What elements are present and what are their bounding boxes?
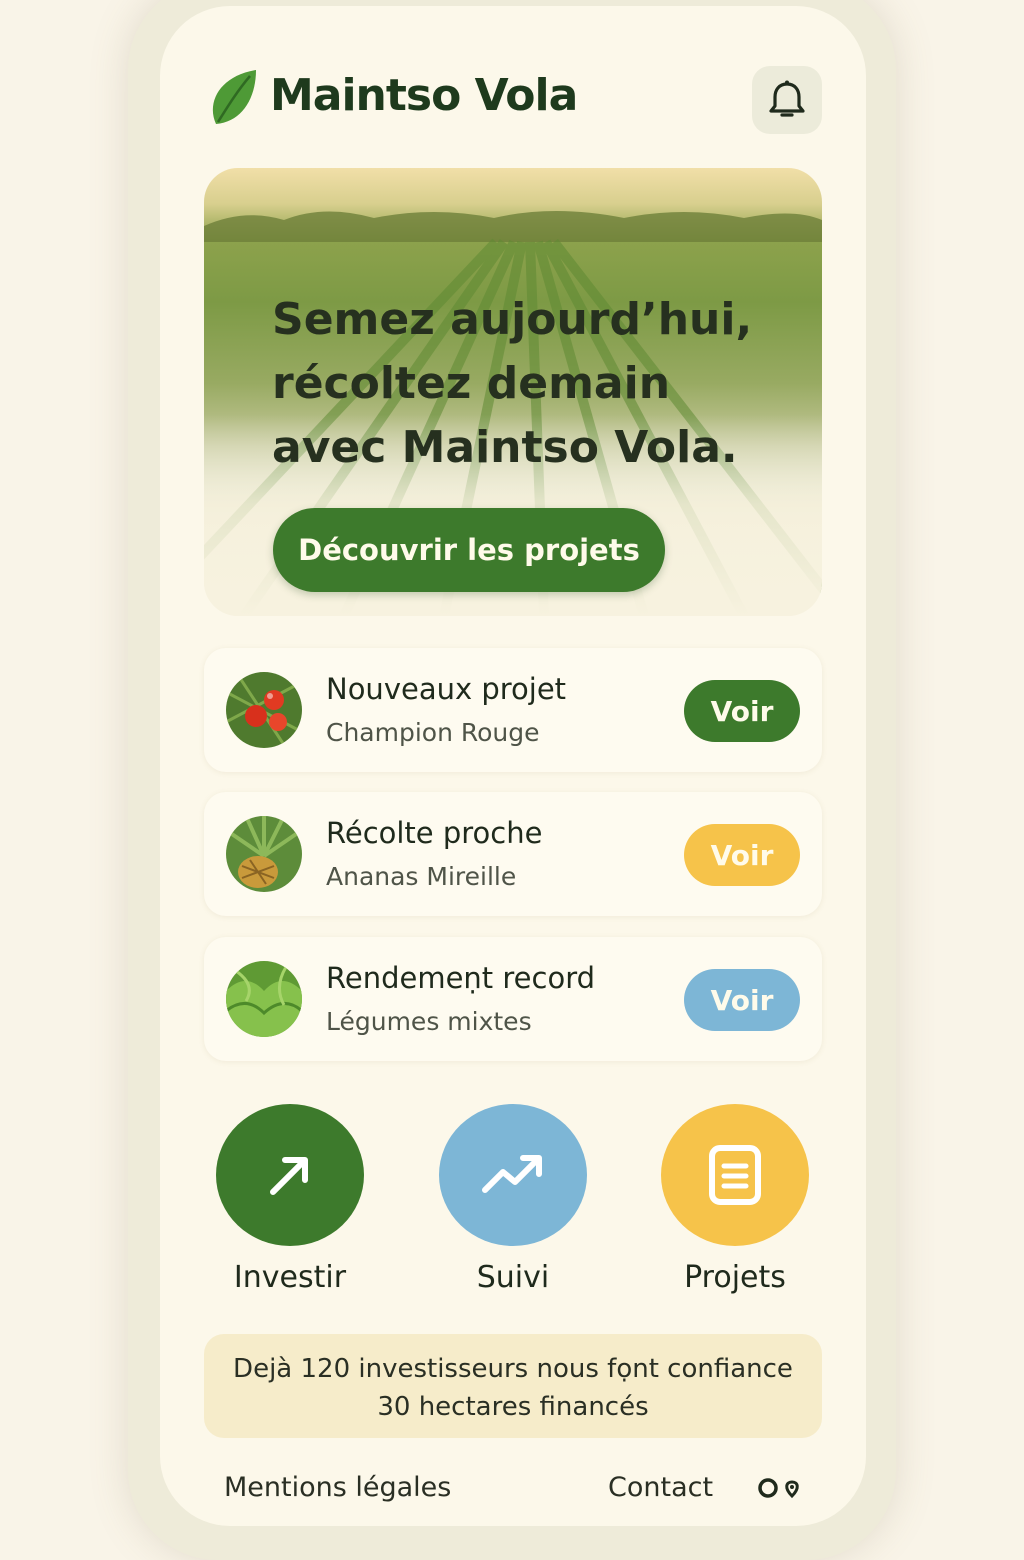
projects-label: Projets (684, 1260, 786, 1295)
hero-line-1: Semez aujourd’hui, (272, 294, 753, 345)
phone-screen: Maintso Vola Semez aujourd’hui, récoltez… (160, 6, 866, 1526)
tracking-label: Suivi (476, 1260, 550, 1295)
hero-headline: Semez aujourd’hui, récoltez demain avec … (272, 288, 772, 480)
hero-banner: Semez aujourd’hui, récoltez demain avec … (204, 168, 822, 616)
contact-link[interactable]: Contact (608, 1472, 713, 1503)
voir-button[interactable]: Voir (684, 824, 800, 886)
tomato-thumbnail (226, 672, 302, 748)
projects-button[interactable] (661, 1104, 809, 1246)
project-card-new[interactable]: Nouveaux projet Champion Rouge Voir (204, 648, 822, 772)
card-title: Rendemeṇt record (326, 961, 596, 995)
pineapple-thumbnail (226, 816, 302, 892)
hectares-financed-text: 30 hectares financés (377, 1392, 649, 1422)
app-title: Maintso Vola (270, 70, 578, 121)
discover-projects-button[interactable]: Découvrir les projets (273, 508, 665, 592)
projects-action[interactable]: Projets (625, 1104, 845, 1304)
card-subtitle: Ananas Mireille (326, 862, 517, 891)
document-icon (709, 1145, 761, 1205)
project-card-harvest[interactable]: Récolte proche Ananas Mireille Voir (204, 792, 822, 916)
invest-label: Investir (233, 1260, 347, 1295)
card-title: Récolte proche (326, 816, 543, 850)
tracking-button[interactable] (439, 1104, 587, 1246)
notification-button[interactable] (752, 66, 822, 134)
tracking-action[interactable]: Suivi (403, 1104, 623, 1304)
leaf-icon (212, 70, 256, 124)
invest-button[interactable] (216, 1104, 364, 1246)
voir-button[interactable]: Voir (684, 680, 800, 742)
trust-stats-banner: Dejà 120 investisseurs nous fọnt confian… (204, 1334, 822, 1438)
hero-line-2: récoltez demain (272, 358, 671, 409)
card-title: Nouveaux projet (326, 672, 567, 706)
investors-count-text: Dejà 120 investisseurs nous fọnt confian… (233, 1354, 793, 1384)
invest-action[interactable]: Investir (180, 1104, 400, 1304)
arrow-up-right-icon (270, 1157, 308, 1195)
project-card-record[interactable]: Rendemeṇt record Légumes mixtes Voir (204, 937, 822, 1061)
legal-link[interactable]: Mentions légales (224, 1472, 451, 1503)
social-icons[interactable] (758, 1474, 806, 1504)
lettuce-thumbnail (226, 961, 302, 1037)
voir-button[interactable]: Voir (684, 969, 800, 1031)
trend-up-icon (482, 1155, 542, 1193)
card-subtitle: Champion Rouge (326, 718, 540, 747)
card-subtitle: Légumes mixtes (326, 1007, 532, 1036)
bell-icon (769, 80, 805, 117)
hero-line-3: avec Maintso Vola. (272, 422, 738, 473)
